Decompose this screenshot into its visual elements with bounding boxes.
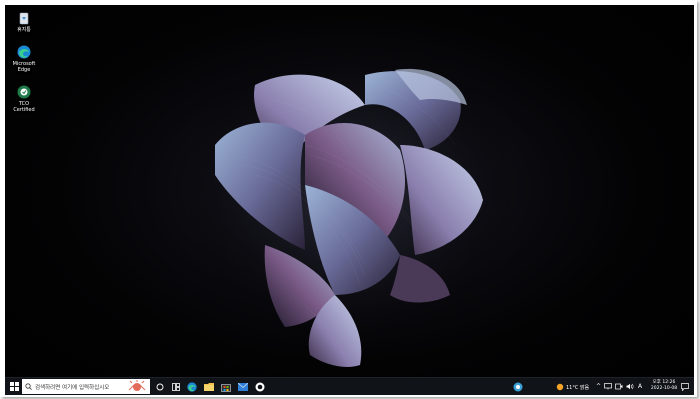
search-icon xyxy=(25,383,32,390)
edge-shortcut[interactable]: Microsoft Edge xyxy=(9,45,39,73)
app-icon xyxy=(255,382,265,391)
desktop-icon-label: Microsoft Edge xyxy=(12,61,36,73)
ime-indicator[interactable]: A xyxy=(638,383,642,390)
network-button[interactable] xyxy=(603,378,613,395)
recycle-bin-shortcut[interactable]: 휴지통 xyxy=(9,11,39,33)
taskbar-app[interactable] xyxy=(253,378,267,395)
desktop-icon-label: 휴지통 xyxy=(17,27,31,33)
desktop: 휴지통 Microsoft Edge TCO Certified 검색하려면 여… xyxy=(5,5,694,395)
tray-app-icon xyxy=(513,382,523,391)
taskbar: 검색하려면 여기에 입력하십시오 11°C 맑음 ^ A 오후 12:26 20… xyxy=(5,377,694,395)
weather-text[interactable]: 11°C 맑음 xyxy=(566,384,589,391)
start-button[interactable] xyxy=(7,378,21,395)
search-box[interactable]: 검색하려면 여기에 입력하십시오 xyxy=(22,379,150,394)
recycle-bin-icon xyxy=(19,12,29,25)
task-view-button[interactable] xyxy=(153,378,167,395)
widgets-button[interactable] xyxy=(169,378,183,395)
chevron-up-icon[interactable]: ^ xyxy=(596,383,601,390)
file-explorer-icon xyxy=(204,383,214,391)
taskbar-mail[interactable] xyxy=(236,378,250,395)
edge-icon xyxy=(17,45,31,59)
store-icon xyxy=(221,383,231,392)
taskbar-file-explorer[interactable] xyxy=(202,378,216,395)
edge-icon xyxy=(187,381,197,392)
weather-button[interactable] xyxy=(555,378,565,395)
tray-app-button[interactable] xyxy=(511,378,525,395)
sun-icon xyxy=(556,383,564,390)
search-placeholder: 검색하려면 여기에 입력하십시오 xyxy=(35,384,110,391)
wallpaper-bloom xyxy=(180,25,520,367)
taskbar-store[interactable] xyxy=(219,378,233,395)
taskbar-edge[interactable] xyxy=(185,378,199,395)
search-highlight-icon xyxy=(128,380,146,391)
meet-now-button[interactable] xyxy=(614,378,624,395)
desktop-icon-label: TCO Certified xyxy=(13,101,35,113)
mail-icon xyxy=(238,382,248,391)
widgets-icon xyxy=(172,382,180,391)
tco-shortcut[interactable]: TCO Certified xyxy=(9,85,39,113)
clock[interactable]: 오후 12:26 2022-10-08 xyxy=(650,379,678,394)
tco-icon xyxy=(17,85,31,99)
volume-icon xyxy=(626,383,634,390)
windows-logo-icon xyxy=(9,382,19,391)
notifications-button[interactable] xyxy=(679,378,691,395)
camera-icon xyxy=(615,383,623,390)
volume-button[interactable] xyxy=(625,378,635,395)
clock-date: 2022-10-08 xyxy=(650,386,678,391)
task-view-icon xyxy=(156,383,164,390)
network-icon xyxy=(604,383,612,390)
notification-icon xyxy=(681,382,689,391)
